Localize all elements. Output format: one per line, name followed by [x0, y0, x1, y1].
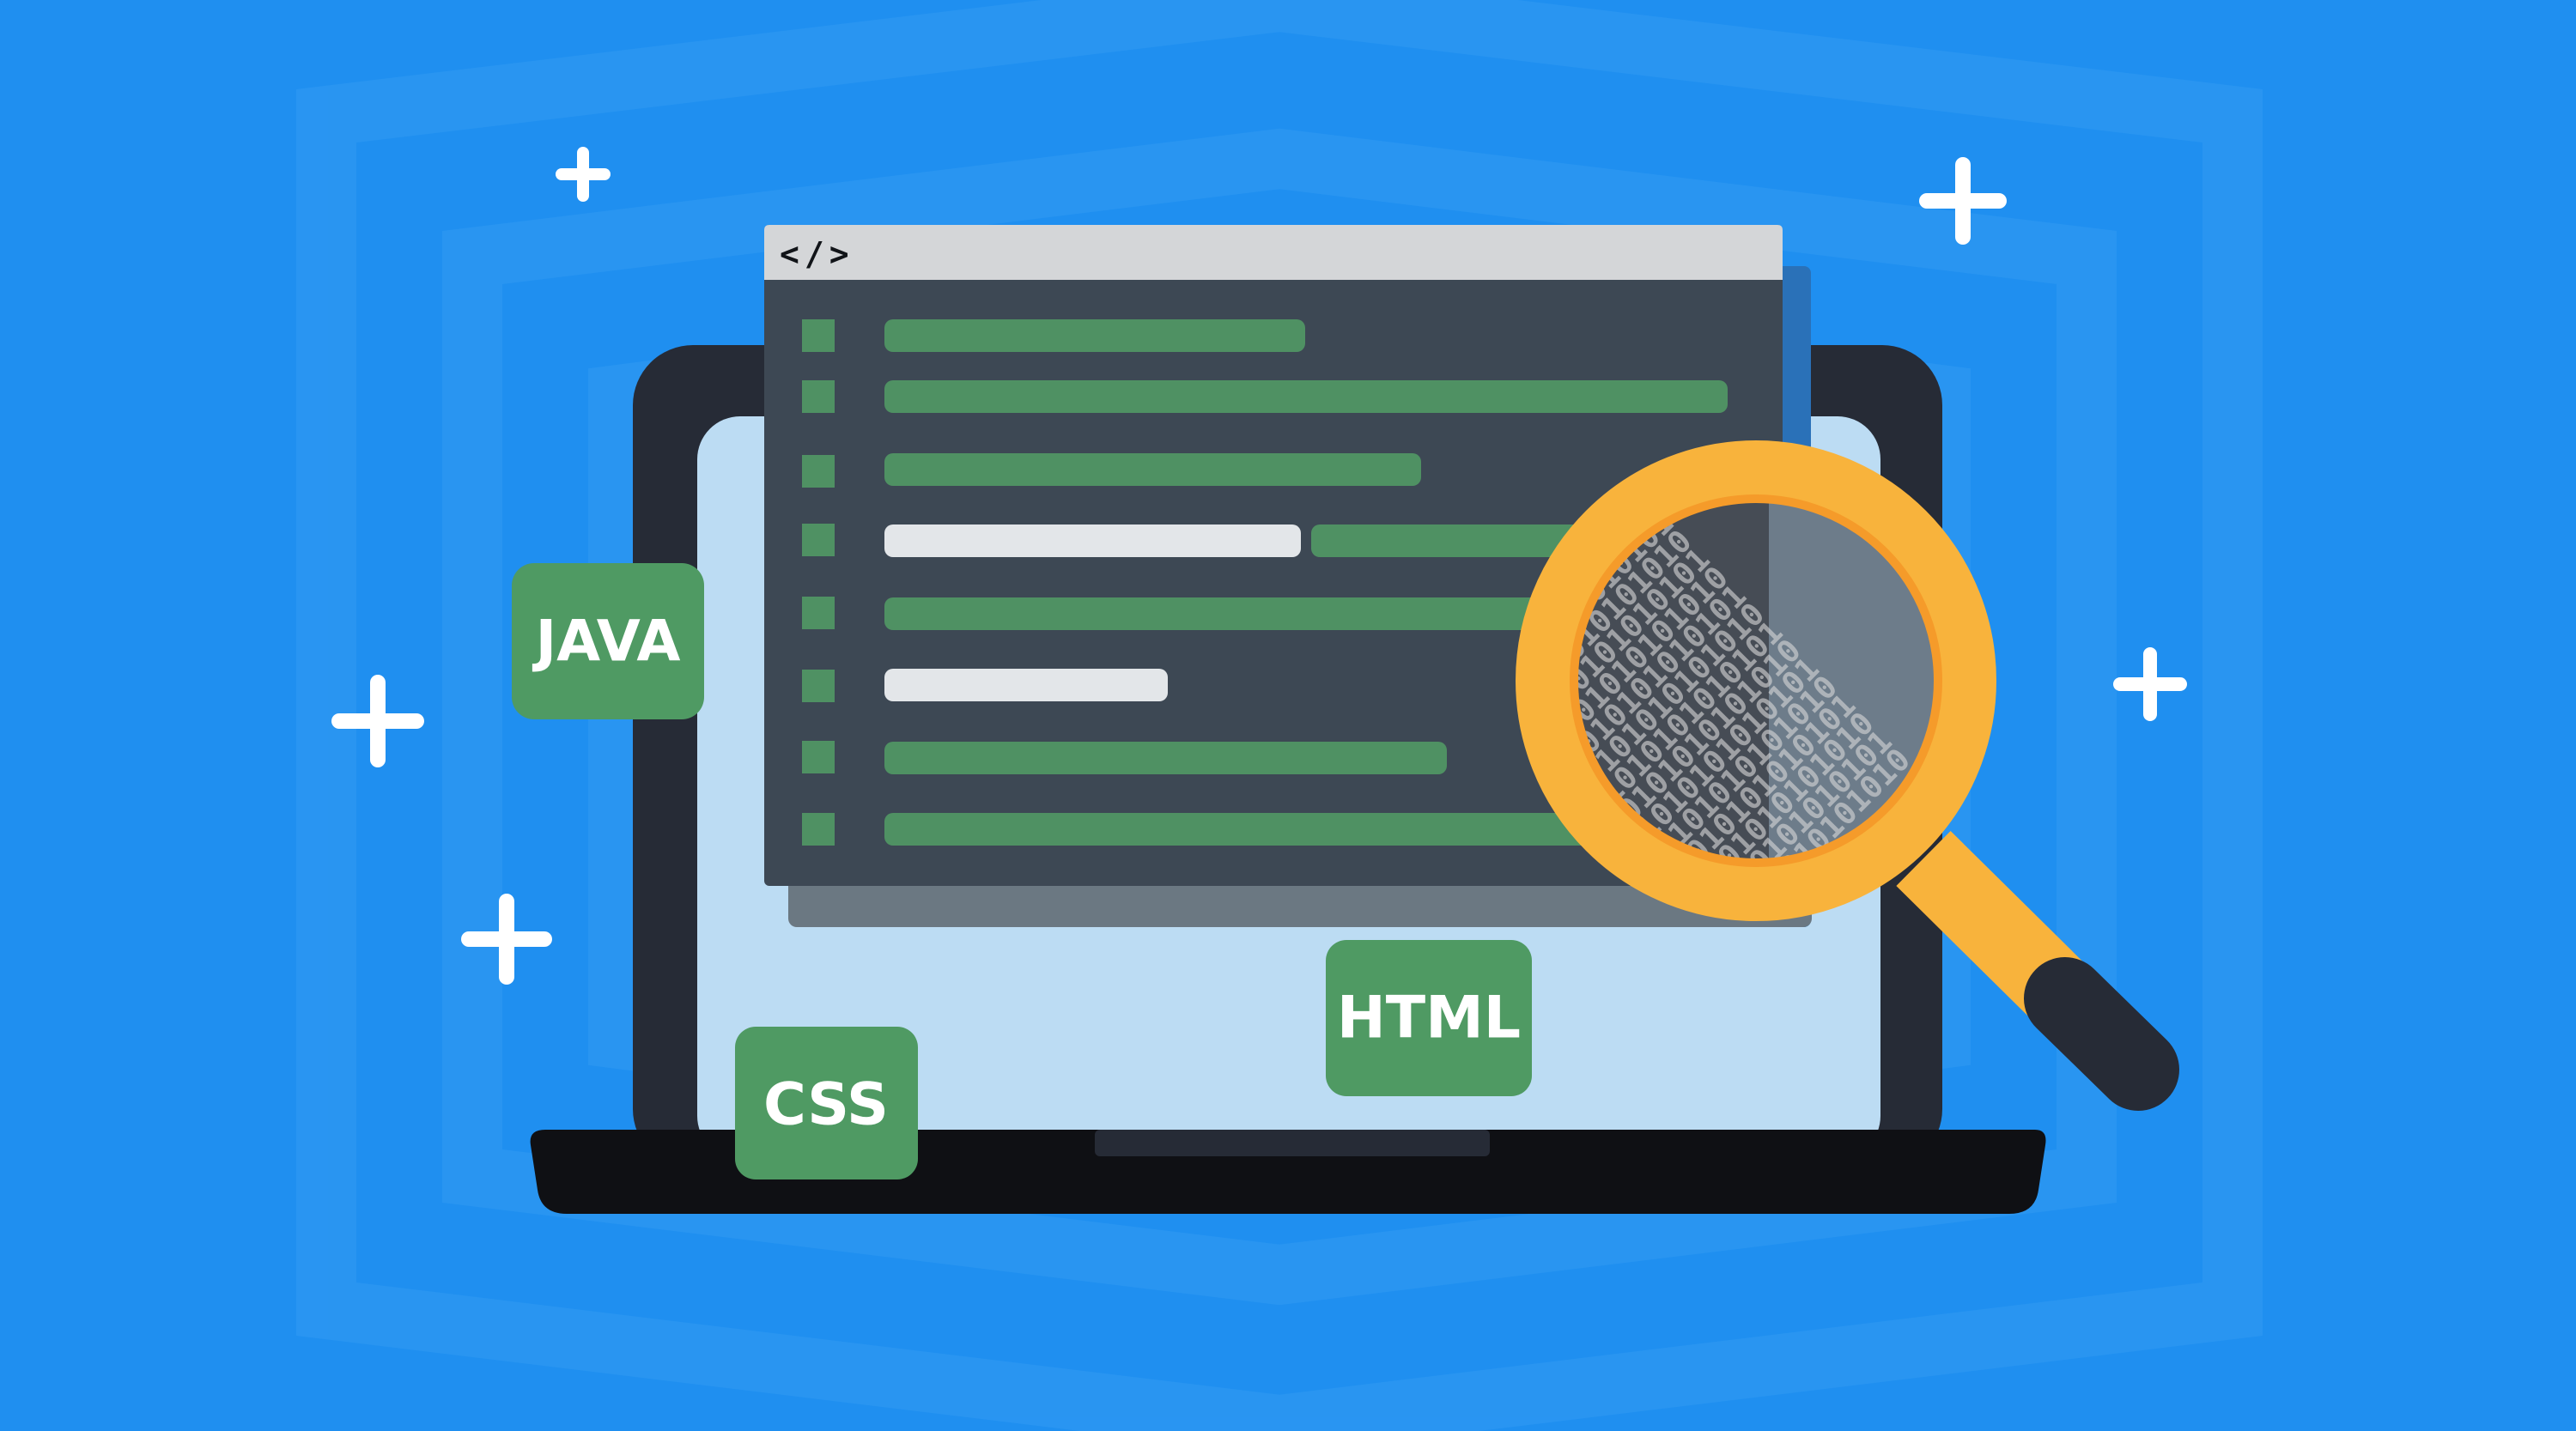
html-tag: HTML: [1326, 940, 1532, 1096]
code-bar: [884, 319, 1305, 352]
css-tag-label: CSS: [763, 1071, 889, 1139]
line-marker: [802, 813, 835, 846]
code-line: [802, 741, 1447, 774]
code-bar: [884, 380, 1728, 413]
java-tag: JAVA: [512, 563, 704, 719]
code-window-title: </>: [780, 235, 854, 273]
code-bar: [884, 453, 1421, 486]
css-tag: CSS: [735, 1027, 918, 1179]
magnifier-handle-tip: [2024, 957, 2179, 1111]
line-marker: [802, 741, 835, 773]
line-marker: [802, 455, 835, 488]
line-marker: [802, 597, 835, 629]
code-line: [802, 380, 1728, 413]
laptop-trackpad-notch: [1095, 1130, 1490, 1156]
code-bar-highlight: [884, 524, 1301, 557]
code-line: [802, 453, 1421, 488]
illustration-scene: </> JAVA CSS HTML 0101010101010101101010…: [0, 0, 2576, 1431]
html-tag-label: HTML: [1337, 985, 1521, 1052]
line-marker: [802, 670, 835, 702]
line-marker: [802, 380, 835, 413]
line-marker: [802, 319, 835, 352]
line-marker: [802, 524, 835, 556]
code-bar-highlight: [884, 669, 1168, 701]
code-window-titlebar: [764, 225, 1783, 280]
code-bar: [884, 742, 1447, 774]
java-tag-label: JAVA: [532, 609, 681, 675]
